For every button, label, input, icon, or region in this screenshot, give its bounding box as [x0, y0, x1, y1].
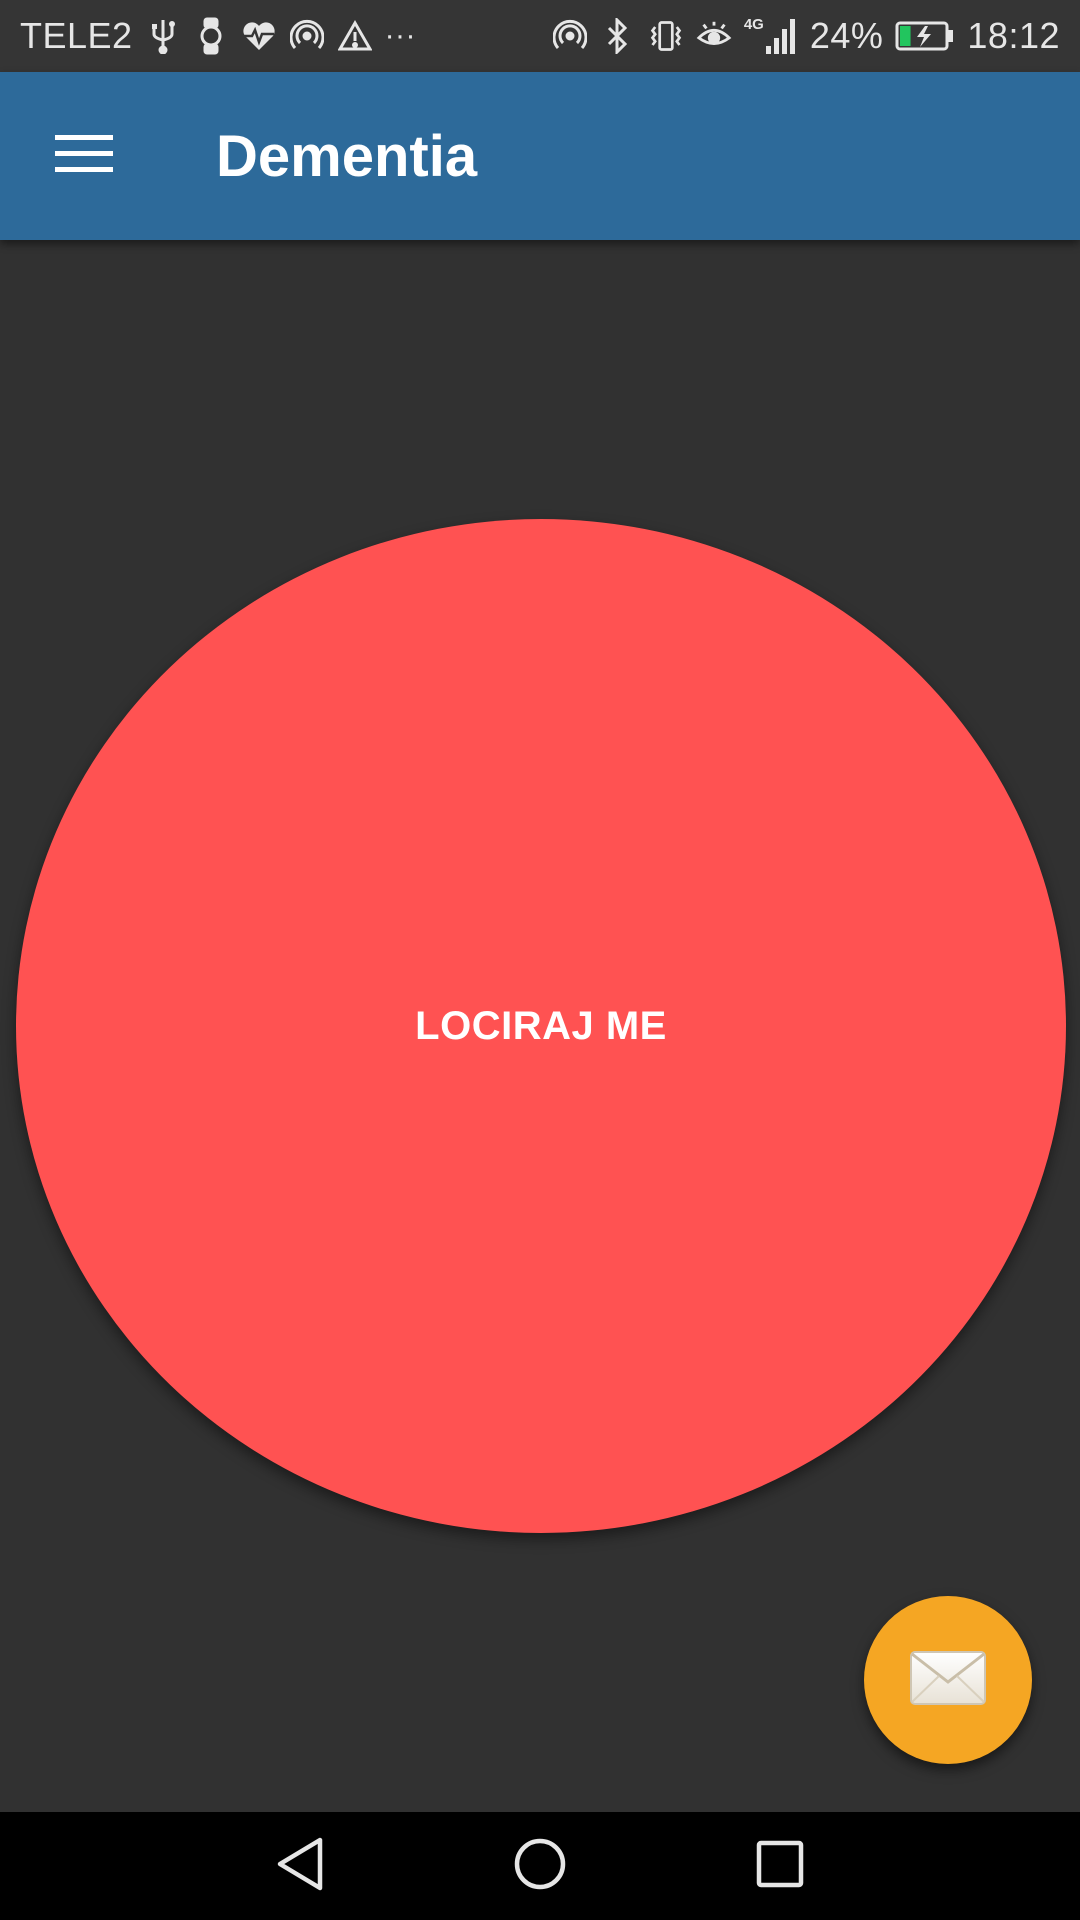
battery-charging-icon [895, 16, 955, 56]
warning-icon [337, 16, 373, 56]
locate-me-label: LOCIRAJ ME [415, 1003, 667, 1048]
more-notifications-indicator: ··· [384, 19, 417, 52]
status-bar-left: TELE2 ··· [20, 15, 416, 57]
back-button[interactable] [260, 1826, 340, 1906]
main-content: LOCIRAJ ME [0, 240, 1080, 1812]
back-icon [274, 1836, 326, 1897]
recents-button[interactable] [740, 1826, 820, 1906]
status-bar-right: 4G 24% 18:12 [552, 15, 1060, 57]
navigation-bar [0, 1812, 1080, 1920]
eye-icon [696, 16, 732, 56]
recents-icon [755, 1839, 805, 1894]
heart-rate-icon [241, 16, 277, 56]
home-button[interactable] [500, 1826, 580, 1906]
network-type-label: 4G [743, 16, 764, 33]
app-title: Dementia [216, 124, 478, 189]
hotspot-icon [289, 16, 325, 56]
screen: TELE2 ··· 4G 24% 18:12 Dementia LOCIRAJ … [0, 0, 1080, 1920]
status-bar: TELE2 ··· 4G 24% 18:12 [0, 0, 1080, 72]
watch-icon [193, 16, 229, 56]
menu-button[interactable] [40, 116, 128, 196]
usb-icon [145, 16, 181, 56]
hamburger-menu-icon [55, 133, 113, 180]
send-message-fab[interactable] [864, 1596, 1032, 1764]
vibrate-icon [648, 16, 684, 56]
envelope-icon [909, 1650, 987, 1711]
hotspot-icon [552, 16, 588, 56]
home-icon [512, 1836, 568, 1897]
locate-me-button[interactable]: LOCIRAJ ME [16, 519, 1066, 1533]
signal-icon: 4G [744, 16, 798, 56]
app-bar: Dementia [0, 72, 1080, 240]
carrier-name: TELE2 [20, 15, 133, 56]
bluetooth-icon [600, 16, 636, 56]
clock: 18:12 [967, 15, 1060, 56]
battery-percent: 24% [809, 15, 884, 56]
